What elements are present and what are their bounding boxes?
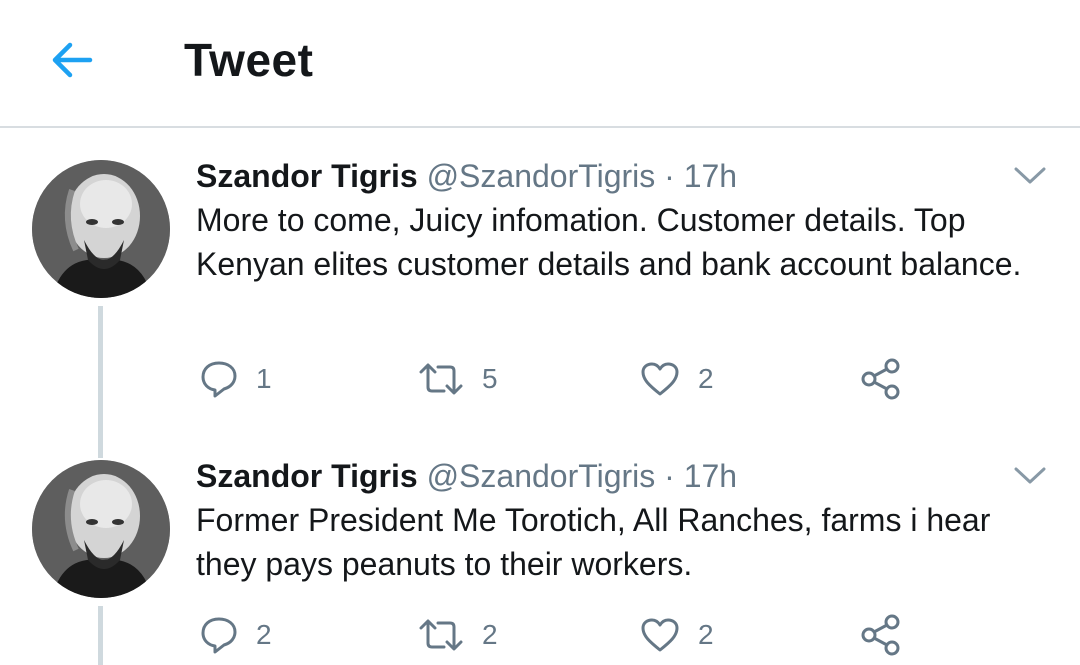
retweet-icon xyxy=(419,619,463,651)
tweet-header: Szandor Tigris @SzandorTigris · 17h xyxy=(196,156,737,196)
share-button[interactable] xyxy=(860,610,902,660)
display-name[interactable]: Szandor Tigris xyxy=(196,158,418,194)
retweet-button[interactable]: 5 xyxy=(418,354,498,404)
tweet[interactable]: Szandor Tigris @SzandorTigris · 17h Form… xyxy=(0,458,1080,665)
page-title: Tweet xyxy=(184,34,314,86)
username[interactable]: @SzandorTigris xyxy=(427,458,656,494)
retweet-button[interactable]: 2 xyxy=(418,610,498,660)
retweet-count: 5 xyxy=(482,363,498,394)
chevron-down-icon xyxy=(1014,167,1046,184)
avatar-image xyxy=(32,460,170,598)
share-icon xyxy=(861,358,900,400)
heart-icon xyxy=(641,618,679,652)
share-button[interactable] xyxy=(860,354,902,404)
like-button[interactable]: 2 xyxy=(640,354,714,404)
tweet-text: Former President Me Torotich, All Ranche… xyxy=(196,502,991,582)
reply-button[interactable]: 2 xyxy=(200,610,272,660)
avatar-image xyxy=(32,160,170,298)
tweet-actions: 2 2 2 xyxy=(196,610,916,660)
username[interactable]: @SzandorTigris xyxy=(427,158,656,194)
retweet-icon xyxy=(419,363,463,395)
retweet-count: 2 xyxy=(482,619,498,650)
like-count: 2 xyxy=(698,619,714,650)
avatar[interactable] xyxy=(32,160,170,298)
heart-icon xyxy=(641,362,679,396)
reply-button[interactable]: 1 xyxy=(200,354,272,404)
chevron-down-icon xyxy=(1014,467,1046,484)
thread-line xyxy=(98,306,103,458)
tweet-actions: 1 5 2 xyxy=(196,354,916,404)
reply-count: 1 xyxy=(256,363,272,394)
timestamp[interactable]: 17h xyxy=(684,158,737,194)
reply-count: 2 xyxy=(256,619,272,650)
display-name[interactable]: Szandor Tigris xyxy=(196,458,418,494)
reply-icon xyxy=(201,617,237,654)
share-icon xyxy=(861,614,900,656)
separator: · xyxy=(664,458,675,494)
tweet[interactable]: Szandor Tigris @SzandorTigris · 17h More… xyxy=(0,128,1080,458)
avatar[interactable] xyxy=(32,460,170,598)
like-count: 2 xyxy=(698,363,714,394)
tweet-header: Szandor Tigris @SzandorTigris · 17h xyxy=(196,456,737,496)
more-options-button[interactable] xyxy=(1012,462,1048,490)
arrow-left-icon xyxy=(52,42,93,78)
timestamp[interactable]: 17h xyxy=(684,458,737,494)
thread-line xyxy=(98,606,103,665)
reply-icon xyxy=(201,361,237,398)
tweet-text: More to come, Juicy infomation. Customer… xyxy=(196,202,1022,282)
top-app-bar: Tweet xyxy=(0,0,1080,128)
back-button[interactable] xyxy=(44,32,100,88)
more-options-button[interactable] xyxy=(1012,162,1048,190)
separator: · xyxy=(664,158,675,194)
like-button[interactable]: 2 xyxy=(640,610,714,660)
